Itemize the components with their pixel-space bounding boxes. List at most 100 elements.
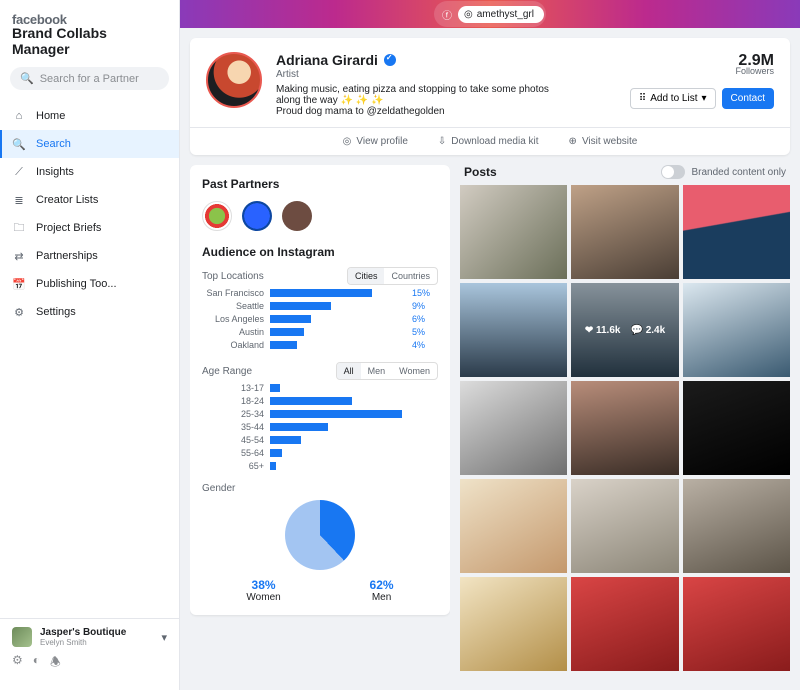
post-thumbnail[interactable] [460,479,567,573]
sidebar: facebook Brand Collabs Manager 🔍 Search … [0,0,180,690]
nav-icon: 🗀 [12,221,26,235]
post-thumbnail[interactable] [460,381,567,475]
account-user: Evelyn Smith [40,638,126,647]
post-thumbnail[interactable] [683,283,790,377]
add-to-list-button[interactable]: ⠿ Add to List ▾ [630,88,716,109]
segment-countries[interactable]: Countries [384,268,437,284]
verified-badge-icon [384,54,396,66]
creator-bio: Making music, eating pizza and stopping … [276,84,576,106]
post-thumbnail[interactable] [460,577,567,671]
sidebar-item-project-briefs[interactable]: 🗀Project Briefs [0,214,179,242]
post-thumbnail[interactable] [571,577,678,671]
brand: facebook Brand Collabs Manager [0,8,179,67]
likes-count: ❤ 11.6k [585,325,621,336]
sidebar-item-publishing-too-[interactable]: 📅 Publishing Too... [0,270,179,298]
globe-icon: ⊕ [569,136,577,147]
instagram-icon: ◎ [464,9,473,20]
age-chart: 13-1718-2425-3435-4445-5455-6465+ [202,383,438,471]
nav-icon: 📅 [12,277,26,291]
bar-label: 25-34 [202,409,264,419]
locations-segments: Cities Countries [347,267,438,285]
sidebar-item-insights[interactable]: ⟋Insights [0,158,179,186]
contact-button[interactable]: Contact [722,88,774,109]
facebook-tab[interactable]: ⓕ [436,3,458,25]
instagram-handle: amethyst_grl [477,9,534,20]
post-thumbnail[interactable] [571,381,678,475]
past-partners-title: Past Partners [202,177,438,191]
segment-cities[interactable]: Cities [348,268,385,284]
comments-count: 💬 2.4k [630,325,665,336]
account-name: Jasper's Boutique [40,627,126,638]
post-thumbnail[interactable] [571,185,678,279]
nav-label: Publishing Too... [36,278,117,290]
post-thumbnail[interactable] [683,577,790,671]
follower-label: Followers [735,66,774,76]
top-locations-label: Top Locations [202,271,264,282]
bar-label: 18-24 [202,396,264,406]
post-thumbnail[interactable] [460,283,567,377]
sidebar-item-partnerships[interactable]: ⇄Partnerships [0,242,179,270]
nav-icon: ≣ [12,193,26,207]
post-thumbnail[interactable] [683,185,790,279]
age-range-label: Age Range [202,366,252,377]
gear-icon[interactable]: ⚙ [12,653,23,674]
visit-website-link[interactable]: ⊕Visit website [569,136,638,147]
sidebar-item-home[interactable]: ⌂Home [0,102,179,130]
post-thumbnail[interactable] [683,479,790,573]
post-overlay: ❤ 11.6k 💬 2.4k [571,283,678,377]
nav-icon: ⚙ [12,305,26,319]
bar-label: 55-64 [202,448,264,458]
creator-avatar [206,52,262,108]
segment-women[interactable]: Women [392,363,437,379]
main-content: ⓕ ◎ amethyst_grl Adriana Girardi Artist … [180,0,800,690]
partner-logo[interactable] [282,201,312,231]
nav-label: Settings [36,306,76,318]
past-partners-card: Past Partners Audience on Instagram Top … [190,165,450,615]
partner-logo[interactable] [242,201,272,231]
post-thumbnail[interactable] [460,185,567,279]
help-icon[interactable]: ◐ [33,653,40,674]
bar-row: Oakland4% [202,340,438,350]
account-switcher[interactable]: Jasper's Boutique Evelyn Smith ▾ [12,627,167,647]
women-pct: 38% [246,578,280,592]
bar-value: 15% [412,288,438,298]
account-avatar [12,627,32,647]
post-thumbnail[interactable]: ❤ 11.6k 💬 2.4k [571,283,678,377]
bar-value: 5% [412,327,438,337]
creator-name: Adriana Girardi [276,52,378,68]
nav-label: Creator Lists [36,194,98,206]
list-icon: ⠿ [639,93,646,104]
bar-label: 35-44 [202,422,264,432]
bar-label: Seattle [202,301,264,311]
post-thumbnail[interactable] [571,479,678,573]
bar-label: Austin [202,327,264,337]
bar-row: Seattle 9% [202,301,438,311]
branded-only-toggle[interactable] [661,165,685,179]
men-pct: 62% [370,578,394,592]
gender-chart: 38%Women 62%Men [202,500,438,603]
segment-men[interactable]: Men [361,363,393,379]
bar-row: 55-64 [202,448,438,458]
post-thumbnail[interactable] [683,381,790,475]
nav-label: Partnerships [36,250,98,262]
bar-label: Los Angeles [202,314,264,324]
partner-search[interactable]: 🔍 Search for a Partner [10,67,169,90]
nav-label: Search [36,138,71,150]
sidebar-item-settings[interactable]: ⚙ Settings [0,298,179,326]
creator-bio-2: Proud dog mama to @zeldathegolden [276,106,616,117]
sidebar-item-creator-lists[interactable]: ≣ Creator Lists [0,186,179,214]
nav-icon: 🔍 [12,137,26,151]
audience-title: Audience on Instagram [202,245,438,259]
sidebar-item-search[interactable]: 🔍 Search [0,130,179,158]
partner-logo[interactable] [202,201,232,231]
bar-row: 13-17 [202,383,438,393]
segment-all[interactable]: All [337,363,361,379]
bar-label: 65+ [202,461,264,471]
view-profile-link[interactable]: ◎View profile [343,136,408,147]
bar-value: 9% [412,301,438,311]
download-media-kit-link[interactable]: ⇩Download media kit [438,136,539,147]
instagram-tab[interactable]: ◎ amethyst_grl [458,6,544,23]
notifications-icon[interactable]: 🕭 [50,653,61,674]
posts-title: Posts [464,165,497,179]
bar-label: San Francisco [202,288,264,298]
